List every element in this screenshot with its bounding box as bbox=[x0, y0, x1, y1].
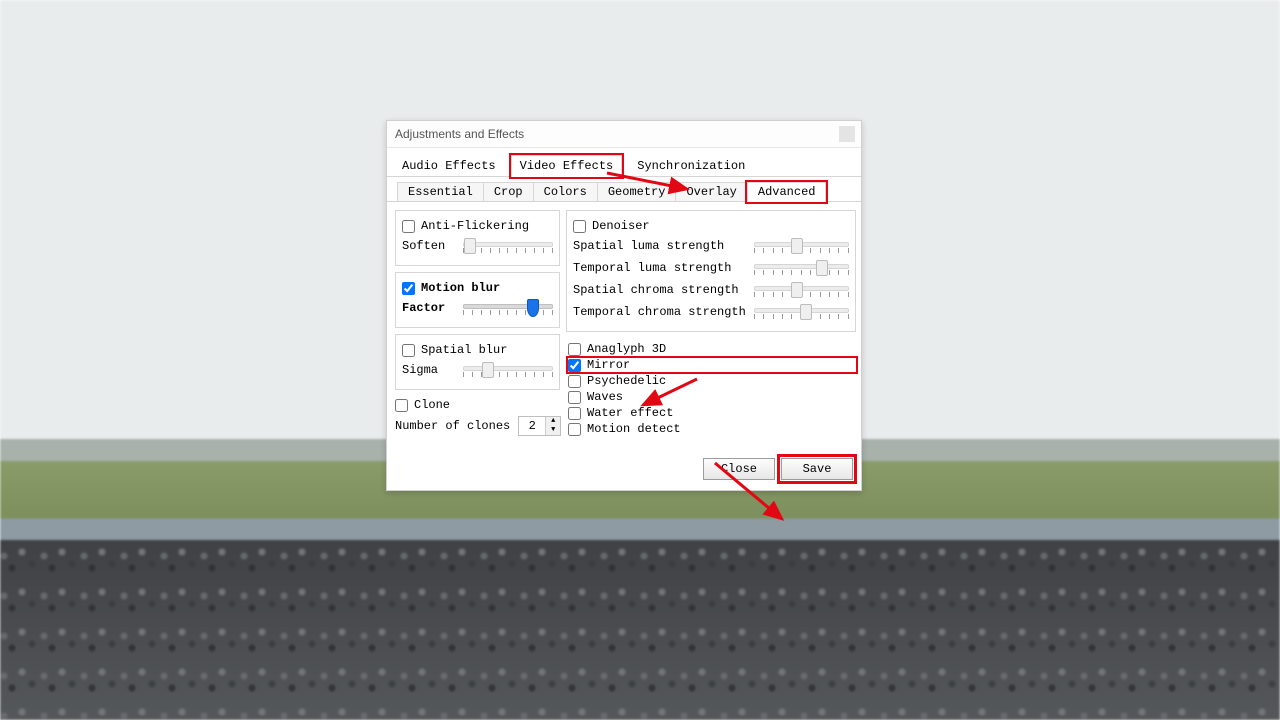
dialog-footer: Close Save bbox=[387, 448, 861, 490]
factor-label: Factor bbox=[402, 301, 445, 315]
denoiser-label: Denoiser bbox=[592, 219, 650, 233]
anti-flickering-label: Anti-Flickering bbox=[421, 219, 529, 233]
clone-count-label: Number of clones bbox=[395, 419, 510, 433]
denoiser-row: Temporal luma strength bbox=[573, 259, 849, 277]
soften-label: Soften bbox=[402, 239, 445, 253]
spatial-blur-group: Spatial blur Sigma bbox=[395, 334, 560, 390]
effect-psychedelic-input[interactable] bbox=[568, 375, 581, 388]
subtab-essential[interactable]: Essential bbox=[397, 182, 484, 201]
motion-blur-label: Motion blur bbox=[421, 281, 500, 295]
denoiser-checkbox[interactable]: Denoiser bbox=[573, 219, 849, 233]
soften-slider[interactable] bbox=[463, 237, 553, 255]
clone-input[interactable] bbox=[395, 399, 408, 412]
video-effects-subtab-strip: Essential Crop Colors Geometry Overlay A… bbox=[387, 177, 861, 202]
effect-water-label: Water effect bbox=[587, 406, 673, 420]
effect-water-input[interactable] bbox=[568, 407, 581, 420]
denoiser-row-label: Spatial chroma strength bbox=[573, 283, 739, 297]
effect-motiondetect-input[interactable] bbox=[568, 423, 581, 436]
subtab-crop[interactable]: Crop bbox=[483, 182, 534, 201]
save-button[interactable]: Save bbox=[781, 458, 853, 480]
sigma-label: Sigma bbox=[402, 363, 438, 377]
spinner-up-icon[interactable]: ▲ bbox=[546, 417, 560, 426]
effect-motiondetect-checkbox[interactable]: Motion detect bbox=[568, 422, 856, 436]
denoiser-row-label: Temporal chroma strength bbox=[573, 305, 746, 319]
denoiser-slider[interactable] bbox=[754, 281, 849, 299]
effect-waves-input[interactable] bbox=[568, 391, 581, 404]
adjustments-effects-dialog: Adjustments and Effects Audio Effects Vi… bbox=[386, 120, 862, 491]
subtab-geometry[interactable]: Geometry bbox=[597, 182, 677, 201]
effect-motiondetect-label: Motion detect bbox=[587, 422, 681, 436]
effect-psychedelic-checkbox[interactable]: Psychedelic bbox=[568, 374, 856, 388]
motion-blur-group: Motion blur Factor bbox=[395, 272, 560, 328]
clone-count-spinner[interactable]: ▲▼ bbox=[518, 416, 561, 436]
anti-flickering-input[interactable] bbox=[402, 220, 415, 233]
advanced-panel: Anti-Flickering Soften Motion blur Facto… bbox=[387, 202, 861, 448]
motion-blur-checkbox[interactable]: Motion blur bbox=[402, 281, 553, 295]
motion-blur-input[interactable] bbox=[402, 282, 415, 295]
left-column: Anti-Flickering Soften Motion blur Facto… bbox=[395, 210, 560, 440]
effect-waves-label: Waves bbox=[587, 390, 623, 404]
spatial-blur-checkbox[interactable]: Spatial blur bbox=[402, 343, 553, 357]
close-button[interactable]: Close bbox=[703, 458, 775, 480]
window-close-button[interactable] bbox=[839, 126, 855, 142]
clone-group: Clone Number of clones ▲▼ bbox=[395, 396, 560, 440]
denoiser-slider[interactable] bbox=[754, 259, 849, 277]
effect-mirror-input[interactable] bbox=[568, 359, 581, 372]
effects-checkbox-list: Anaglyph 3D Mirror Psychedelic Waves Water e… bbox=[566, 338, 856, 438]
subtab-colors[interactable]: Colors bbox=[533, 182, 598, 201]
anti-flickering-checkbox[interactable]: Anti-Flickering bbox=[402, 219, 553, 233]
denoiser-slider[interactable] bbox=[754, 237, 849, 255]
anti-flickering-group: Anti-Flickering Soften bbox=[395, 210, 560, 266]
subtab-advanced[interactable]: Advanced bbox=[747, 182, 827, 202]
dialog-title: Adjustments and Effects bbox=[395, 127, 524, 141]
main-tab-strip: Audio Effects Video Effects Synchronizat… bbox=[387, 148, 861, 177]
tab-synchronization[interactable]: Synchronization bbox=[628, 155, 754, 176]
denoiser-input[interactable] bbox=[573, 220, 586, 233]
denoiser-row: Spatial chroma strength bbox=[573, 281, 849, 299]
denoiser-row: Temporal chroma strength bbox=[573, 303, 849, 321]
tab-video-effects[interactable]: Video Effects bbox=[511, 155, 623, 177]
clone-count-input[interactable] bbox=[519, 417, 545, 435]
effect-mirror-checkbox[interactable]: Mirror bbox=[568, 358, 856, 372]
effect-psychedelic-label: Psychedelic bbox=[587, 374, 666, 388]
spatial-blur-label: Spatial blur bbox=[421, 343, 507, 357]
right-column: Denoiser Spatial luma strength Temporal l… bbox=[566, 210, 856, 440]
denoiser-group: Denoiser Spatial luma strength Temporal l… bbox=[566, 210, 856, 332]
effect-water-checkbox[interactable]: Water effect bbox=[568, 406, 856, 420]
denoiser-row-label: Spatial luma strength bbox=[573, 239, 724, 253]
effect-mirror-label: Mirror bbox=[587, 358, 630, 372]
clone-label: Clone bbox=[414, 398, 450, 412]
denoiser-row-label: Temporal luma strength bbox=[573, 261, 731, 275]
effect-anaglyph-input[interactable] bbox=[568, 343, 581, 356]
factor-slider[interactable] bbox=[463, 299, 553, 317]
denoiser-slider[interactable] bbox=[754, 303, 849, 321]
subtab-overlay[interactable]: Overlay bbox=[675, 182, 747, 201]
denoiser-row: Spatial luma strength bbox=[573, 237, 849, 255]
effect-anaglyph-label: Anaglyph 3D bbox=[587, 342, 666, 356]
effect-anaglyph-checkbox[interactable]: Anaglyph 3D bbox=[568, 342, 856, 356]
sigma-slider[interactable] bbox=[463, 361, 553, 379]
tab-audio-effects[interactable]: Audio Effects bbox=[393, 155, 505, 176]
spinner-down-icon[interactable]: ▼ bbox=[546, 426, 560, 435]
clone-checkbox[interactable]: Clone bbox=[395, 398, 560, 412]
spatial-blur-input[interactable] bbox=[402, 344, 415, 357]
effect-waves-checkbox[interactable]: Waves bbox=[568, 390, 856, 404]
dialog-titlebar[interactable]: Adjustments and Effects bbox=[387, 121, 861, 148]
